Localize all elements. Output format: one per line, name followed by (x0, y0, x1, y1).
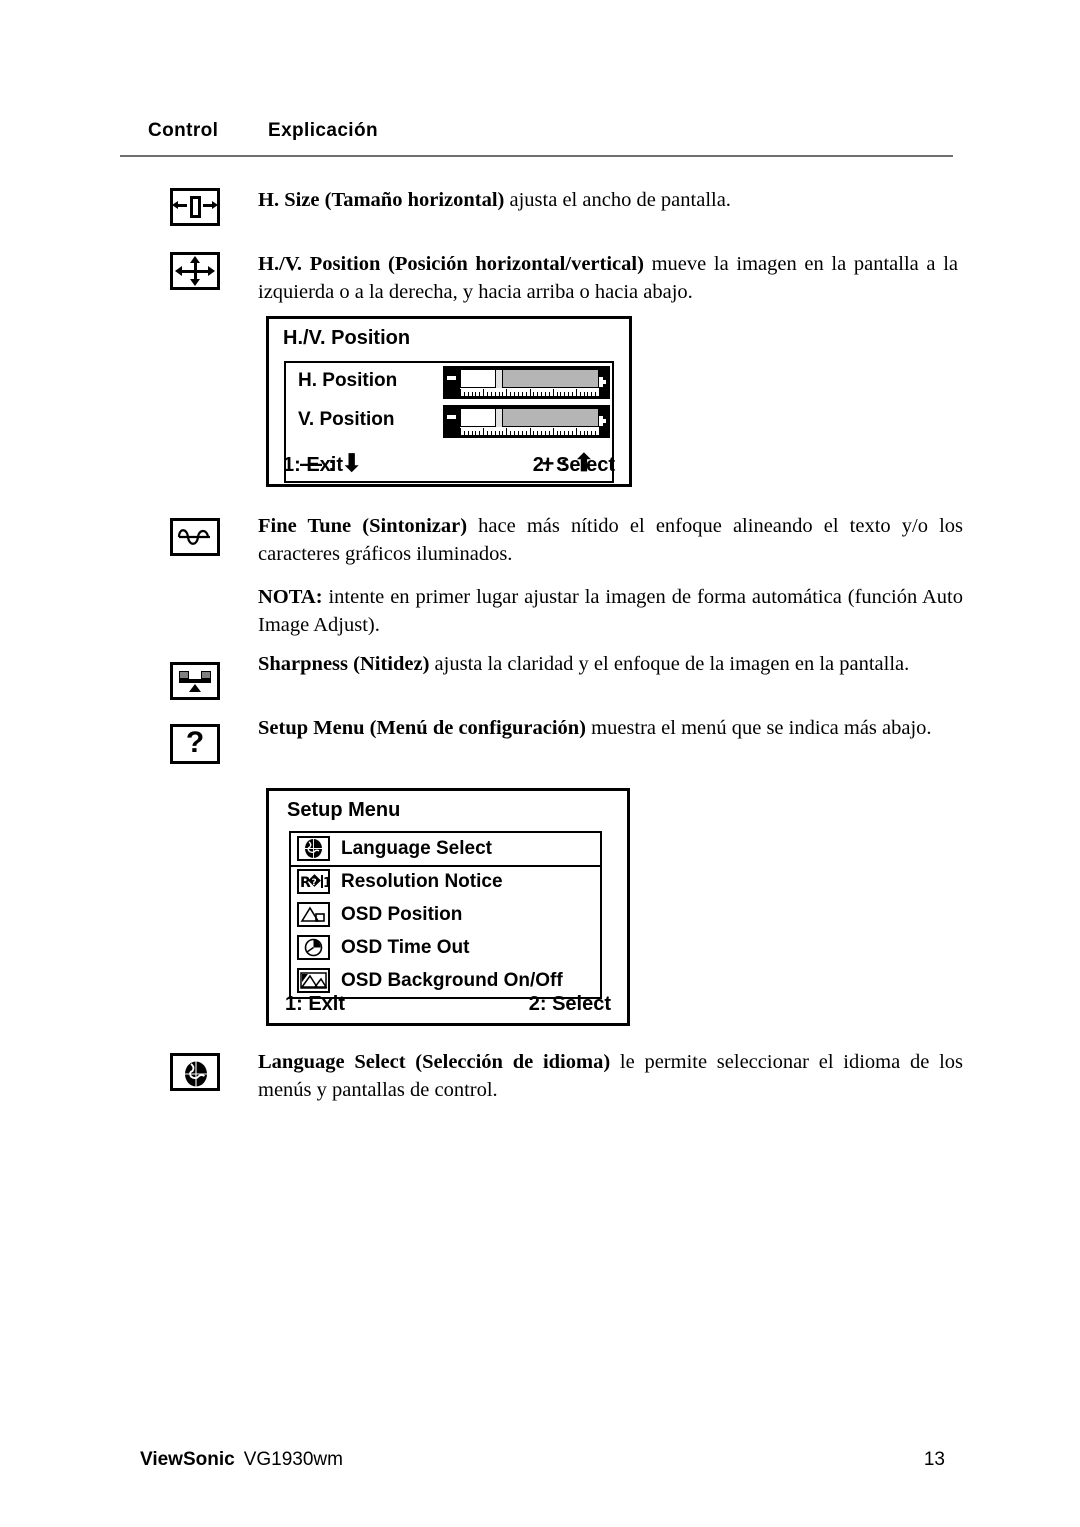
entry-setup-menu-text: Setup Menu (Menú de configuración) muest… (258, 714, 963, 742)
entry-h-size-term: H. Size (Tamaño horizontal) (258, 189, 505, 211)
osd-setup-exit-hint[interactable]: 1: Exit (285, 993, 345, 1016)
setup-item-resolution-notice-label: Resolution Notice (341, 871, 503, 892)
header-divider (120, 155, 953, 157)
v-position-fill (461, 409, 500, 426)
osd-row-v-position-label: V. Position (298, 409, 395, 430)
setup-item-language-select[interactable]: Language Select (291, 833, 600, 867)
entry-fine-tune-term: Fine Tune (Sintonizar) (258, 515, 468, 537)
osd-hv-position-footer: 1: Exit 2: Select (283, 454, 615, 478)
h-size-icon (170, 188, 220, 226)
model-name: VG1930wm (243, 1449, 343, 1470)
setup-item-osd-background-label: OSD Background On/Off (341, 970, 563, 991)
entry-sharpness-desc: ajusta la claridad y el enfoque de la im… (429, 653, 910, 675)
setup-item-osd-time-out-label: OSD Time Out (341, 937, 470, 958)
osd-row-v-position[interactable]: V. Position (286, 403, 612, 440)
osd-position-icon (297, 902, 330, 927)
entry-fine-tune-note-term: NOTA: (258, 586, 323, 608)
language-select-icon (170, 1053, 220, 1091)
osd-row-h-position[interactable]: H. Position (286, 364, 612, 401)
osd-hv-position-title: H./V. Position (283, 327, 411, 349)
minus-icon (447, 376, 456, 380)
column-header-explanation: Explicación (268, 120, 378, 141)
svg-text:?: ? (312, 878, 317, 888)
v-position-ticks (460, 427, 599, 435)
fine-tune-icon (170, 518, 220, 556)
entry-fine-tune-note-desc: intente en primer lugar ajustar la image… (258, 586, 963, 636)
entry-language-select-term: Language Select (Selección de idioma) (258, 1051, 611, 1073)
plus-icon-vertical-stroke (599, 416, 603, 426)
entry-setup-menu-desc: muestra el menú que se indica más abajo. (586, 717, 932, 739)
brand-name: ViewSonic (140, 1449, 235, 1470)
osd-setup-menu-box: Setup Menu Language Select R ? 1 Resolut… (266, 788, 630, 1026)
h-position-track[interactable] (460, 369, 599, 390)
osd-setup-menu-panel: Language Select R ? 1 Resolution Notice (289, 831, 602, 999)
osd-setup-select-hint[interactable]: 2: Select (529, 993, 611, 1016)
entry-h-size-desc: ajusta el ancho de pantalla. (504, 189, 731, 211)
clock-icon (297, 935, 330, 960)
entry-fine-tune-paragraph: Fine Tune (Sintonizar) hace más nítido e… (258, 512, 963, 568)
hv-position-icon (170, 252, 220, 290)
entry-hv-position-term: H./V. Position (Posición horizontal/vert… (258, 253, 644, 275)
column-header-control: Control (148, 120, 219, 141)
v-position-slider[interactable] (443, 405, 610, 438)
resolution-icon: R ? 1 (297, 869, 332, 894)
globe-icon (185, 1061, 207, 1087)
entry-setup-menu-term: Setup Menu (Menú de configuración) (258, 717, 586, 739)
h-position-ticks (460, 388, 599, 396)
entry-fine-tune-text: Fine Tune (Sintonizar) hace más nítido e… (258, 512, 963, 639)
entry-sharpness-term: Sharpness (Nitidez) (258, 653, 430, 675)
setup-item-language-select-label: Language Select (341, 838, 492, 859)
v-position-knob[interactable] (495, 408, 504, 429)
osd-hv-exit-hint[interactable]: 1: Exit (283, 454, 343, 477)
osd-setup-menu-footer: 1: Exit 2: Select (285, 993, 611, 1017)
setup-menu-icon: ? (170, 724, 220, 764)
sharpness-icon (170, 662, 220, 700)
question-mark-icon: ? (185, 726, 205, 759)
background-icon (297, 968, 330, 993)
globe-icon (297, 836, 330, 861)
setup-item-osd-position[interactable]: OSD Position (291, 899, 600, 931)
setup-item-resolution-notice[interactable]: R ? 1 Resolution Notice (291, 866, 600, 898)
page-number: 13 (923, 1449, 945, 1470)
setup-item-osd-time-out[interactable]: OSD Time Out (291, 932, 600, 964)
svg-text:1: 1 (323, 876, 328, 891)
h-position-slider[interactable] (443, 366, 610, 399)
h-position-fill (461, 370, 500, 387)
h-position-knob[interactable] (495, 369, 504, 390)
osd-hv-select-hint[interactable]: 2: Select (533, 454, 615, 477)
osd-row-h-position-label: H. Position (298, 370, 398, 391)
page-footer: ViewSonic VG1930wm 13 (140, 1449, 945, 1471)
svg-text:R: R (300, 875, 311, 891)
minus-icon (447, 415, 456, 419)
v-position-track[interactable] (460, 408, 599, 429)
sine-wave-icon (177, 529, 210, 545)
entry-fine-tune-note: NOTA: intente en primer lugar ajustar la… (258, 583, 963, 639)
entry-language-select-text: Language Select (Selección de idioma) le… (258, 1048, 963, 1104)
osd-hv-position-box: H./V. Position H. Position V. Position —… (266, 316, 632, 487)
entry-sharpness-text: Sharpness (Nitidez) ajusta la claridad y… (258, 650, 968, 678)
osd-setup-menu-title: Setup Menu (287, 799, 401, 821)
entry-h-size-text: H. Size (Tamaño horizontal) ajusta el an… (258, 186, 958, 214)
entry-hv-position-text: H./V. Position (Posición horizontal/vert… (258, 250, 958, 306)
plus-icon-vertical-stroke (599, 377, 603, 387)
setup-item-osd-position-label: OSD Position (341, 904, 463, 925)
